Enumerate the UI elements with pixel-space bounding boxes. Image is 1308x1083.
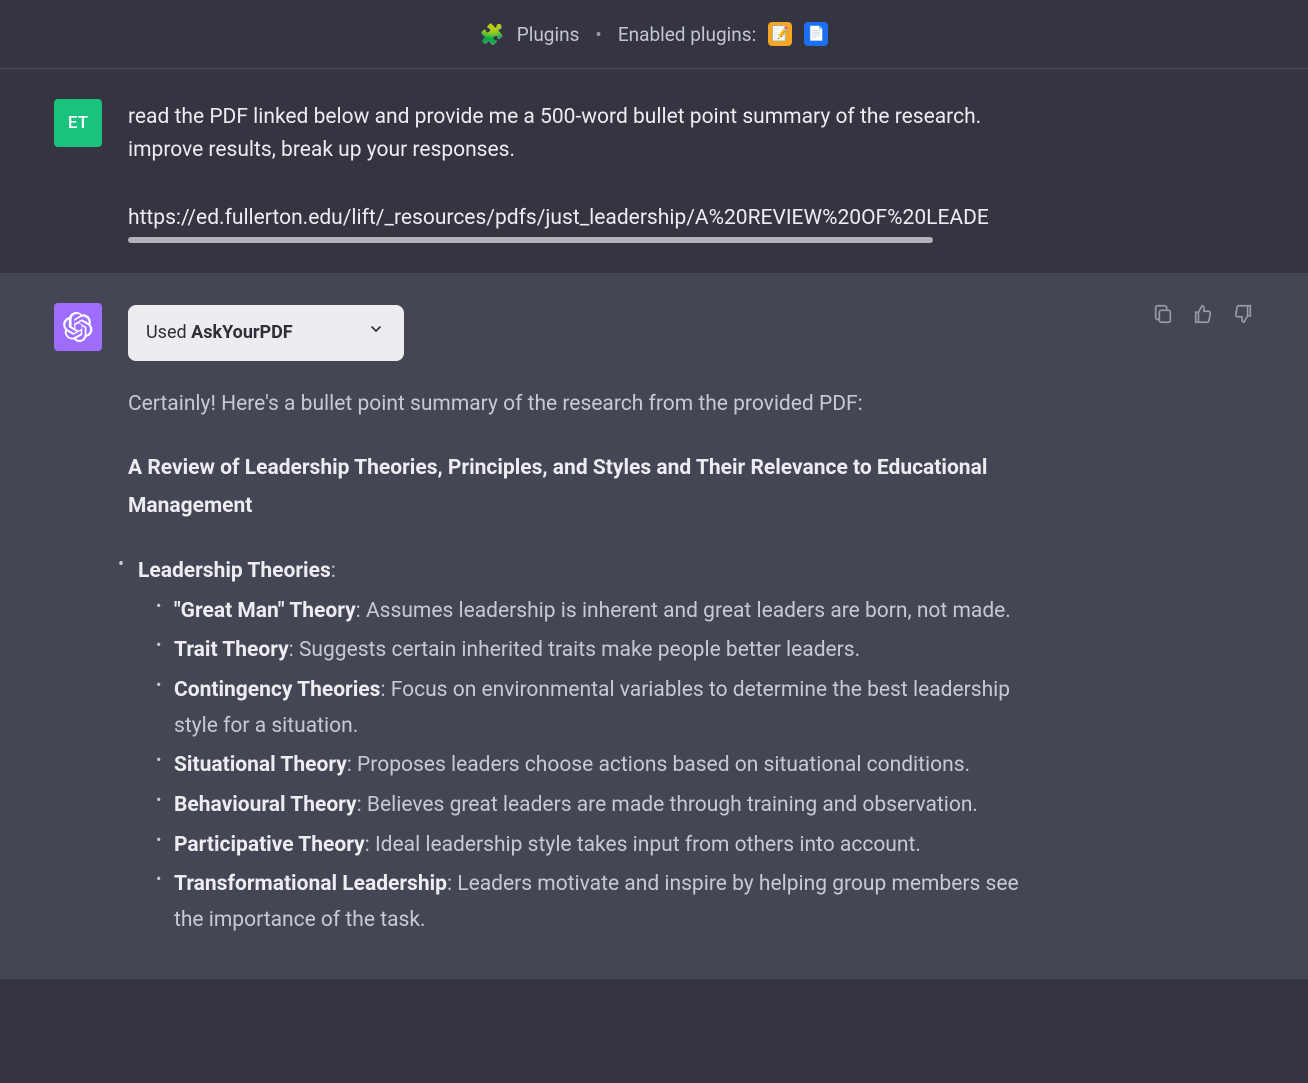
desc: : Assumes leadership is inherent and gre…	[356, 599, 1011, 623]
section-colon: :	[331, 559, 336, 583]
user-avatar: ET	[54, 99, 102, 147]
user-message-row: ET read the PDF linked below and provide…	[0, 69, 1308, 273]
plugin-pill-used: Used	[146, 322, 191, 343]
term: Participative Theory	[174, 833, 365, 857]
list-item: Contingency Theories: Focus on environme…	[174, 673, 1038, 744]
sub-bullet-list: "Great Man" Theory: Assumes leadership i…	[138, 594, 1038, 939]
puzzle-icon: 🧩	[480, 22, 505, 46]
user-avatar-initials: ET	[68, 113, 88, 133]
term: Behavioural Theory	[174, 793, 357, 817]
assistant-message-row: Used AskYourPDF Certainly! Here's a bull…	[0, 273, 1308, 979]
list-item: Participative Theory: Ideal leadership s…	[174, 828, 1038, 864]
list-item: Behavioural Theory: Believes great leade…	[174, 788, 1038, 824]
user-message-content: read the PDF linked below and provide me…	[128, 99, 1038, 243]
term: Situational Theory	[174, 753, 347, 777]
assistant-body: Certainly! Here's a bullet point summary…	[128, 387, 1038, 939]
desc: : Ideal leadership style takes input fro…	[365, 833, 921, 857]
plugin-pill-label: Used AskYourPDF	[146, 319, 293, 347]
plugins-header: 🧩 Plugins • Enabled plugins: 📝 📄	[0, 0, 1308, 69]
desc: : Proposes leaders choose actions based …	[347, 753, 970, 777]
assistant-avatar	[54, 303, 102, 351]
desc: : Believes great leaders are made throug…	[357, 793, 978, 817]
plugin-badge-1-icon[interactable]: 📝	[768, 22, 792, 46]
assistant-message-content: Used AskYourPDF Certainly! Here's a bull…	[128, 303, 1038, 949]
term: Transformational Leadership	[174, 872, 447, 896]
copy-icon[interactable]	[1152, 303, 1174, 325]
assistant-intro-text: Certainly! Here's a bullet point summary…	[128, 387, 1038, 423]
openai-logo-icon	[63, 312, 93, 342]
url-scrollbar[interactable]	[128, 237, 933, 243]
term: Contingency Theories	[174, 678, 380, 702]
plugins-label: Plugins	[517, 23, 580, 46]
term: "Great Man" Theory	[174, 599, 356, 623]
section-heading: Leadership Theories	[138, 559, 331, 583]
user-text-line-1: read the PDF linked below and provide me…	[128, 101, 1038, 134]
user-text-line-2: improve results, break up your responses…	[128, 134, 1038, 167]
enabled-plugins-label: Enabled plugins:	[618, 23, 756, 46]
user-url-text[interactable]: https://ed.fullerton.edu/lift/_resources…	[128, 202, 1028, 235]
separator-dot: •	[595, 23, 601, 46]
message-actions	[1152, 303, 1254, 325]
top-bullet-list: Leadership Theories: "Great Man" Theory:…	[128, 554, 1038, 939]
section-item: Leadership Theories: "Great Man" Theory:…	[128, 554, 1038, 939]
document-title: A Review of Leadership Theories, Princip…	[128, 450, 1038, 526]
list-item: Transformational Leadership: Leaders mot…	[174, 867, 1038, 938]
list-item: "Great Man" Theory: Assumes leadership i…	[174, 594, 1038, 630]
thumbs-down-icon[interactable]	[1232, 303, 1254, 325]
thumbs-up-icon[interactable]	[1192, 303, 1214, 325]
plugin-used-pill[interactable]: Used AskYourPDF	[128, 305, 404, 361]
plugin-pill-name: AskYourPDF	[191, 322, 293, 343]
list-item: Situational Theory: Proposes leaders cho…	[174, 748, 1038, 784]
list-item: Trait Theory: Suggests certain inherited…	[174, 633, 1038, 669]
plugin-badge-2-icon[interactable]: 📄	[804, 22, 828, 46]
desc: : Suggests certain inherited traits make…	[289, 638, 861, 662]
chevron-down-icon	[368, 321, 384, 345]
term: Trait Theory	[174, 638, 289, 662]
